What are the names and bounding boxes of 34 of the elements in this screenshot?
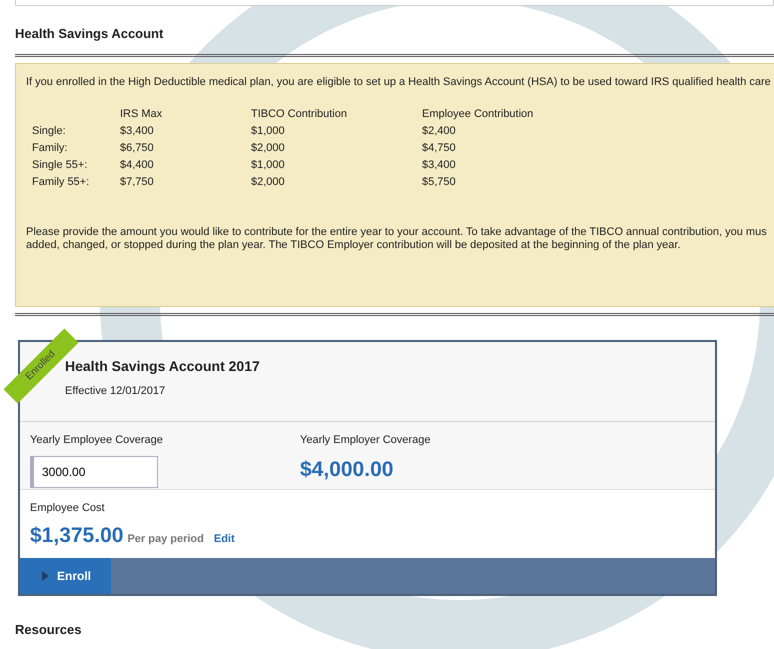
- column-header: TIBCO Contribution: [251, 107, 348, 122]
- column-header: IRS Max: [120, 106, 251, 123]
- table-cell: $2,000: [251, 174, 422, 191]
- period-text: Per pay period: [127, 532, 204, 547]
- table-cell-text: $3,400: [422, 158, 457, 173]
- table-cell: $1,000: [251, 123, 422, 140]
- section-title: Health Savings Account: [15, 25, 164, 43]
- field-label: Yearly Employer Coverage: [300, 432, 432, 448]
- field-label: Employee Cost: [30, 500, 106, 516]
- table-cell-text: $4,750: [422, 141, 457, 156]
- table-cell: $6,750: [120, 140, 251, 157]
- column-header: Employee Contribution: [422, 107, 534, 122]
- row-label: Single:: [32, 123, 120, 140]
- table-cell-text: $2,400: [422, 124, 457, 139]
- coverage-input[interactable]: 3000.00: [30, 456, 158, 488]
- field-label: Yearly Employee Coverage: [30, 432, 164, 448]
- row-label: Single 55+:: [32, 157, 120, 174]
- intro-text: If you enrolled in the High Deductible medical plan, you are eligible to set up a Health Savings Account (HSA) to be used toward IRS qualified health care: [26, 74, 772, 90]
- table-cell: $7,750: [120, 174, 251, 191]
- row-label: Family 55+:: [32, 174, 120, 191]
- section-title: Resources: [15, 620, 82, 638]
- cost-amount: $1,375.00: [30, 523, 124, 549]
- table-cell: $2,000: [251, 140, 422, 157]
- row-label: Family:: [32, 140, 120, 157]
- table-cell: $4,400: [120, 157, 251, 174]
- table-cell: $1,000: [251, 157, 422, 174]
- table-cell-text: $5,750: [422, 175, 457, 190]
- table-cell: $3,400: [120, 123, 251, 140]
- note-text: added, changed, or stopped during the plan year. The TIBCO Employer contribution will be deposited at the beginning of the plan year.: [26, 239, 682, 252]
- play-icon: [42, 570, 49, 580]
- enroll-button[interactable]: Enroll: [20, 558, 111, 594]
- edit-link[interactable]: Edit: [214, 531, 235, 548]
- coverage-amount: $4,000.00: [300, 457, 394, 483]
- note-text: Please provide the amount you would like to contribute for the entire year to your account. To take advantage of the TIBCO annual contribution, you mus: [26, 226, 768, 239]
